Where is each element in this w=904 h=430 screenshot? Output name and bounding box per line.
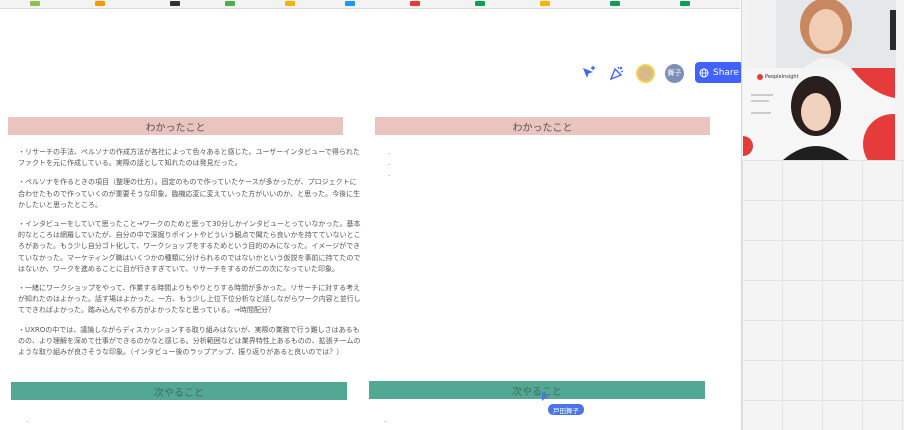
tab-favicon[interactable]	[540, 1, 550, 6]
share-label: Share	[713, 67, 739, 78]
participant-video-frame	[746, 0, 896, 68]
participant-video-frame	[743, 68, 895, 160]
tab-favicon[interactable]	[170, 1, 180, 6]
tab-favicon[interactable]	[30, 1, 40, 6]
select-cursor-icon[interactable]	[580, 64, 598, 82]
tab-favicon[interactable]	[610, 1, 620, 6]
celebrate-icon[interactable]	[608, 64, 626, 82]
empty-bullet: ·	[388, 150, 391, 158]
tab-favicon[interactable]	[475, 1, 485, 6]
tab-favicon[interactable]	[345, 1, 355, 6]
tab-favicon[interactable]	[285, 1, 295, 6]
empty-bullet: ·	[26, 418, 29, 426]
collaborator-avatar[interactable]	[636, 63, 655, 83]
right-next-header[interactable]: 次やること	[369, 381, 705, 399]
note-paragraph: ・UXROの中では、議論しながらディスカッションする取り組みはないが、実際の業務…	[18, 325, 361, 357]
participant-video-2[interactable]: PeopleInsight	[743, 68, 895, 160]
brand-logo-icon	[757, 74, 763, 80]
board-toolbar: 舞子	[580, 63, 684, 83]
note-paragraph: ・一緒にワークショップをやって、作業する時間よりもやりとりする時間が多かった。リ…	[18, 284, 361, 315]
note-paragraph: ・インタビューをしていて思ったこと→ワークのためと思って30分しかインタビューと…	[18, 220, 361, 273]
collaborator-avatar-initials[interactable]: 舞子	[665, 63, 684, 83]
video-brand: PeopleInsight	[757, 74, 799, 80]
panel-grid-background	[742, 160, 904, 430]
globe-icon	[699, 68, 709, 77]
participant-video-1[interactable]	[746, 0, 896, 68]
right-learned-header[interactable]: わかったこと	[375, 117, 710, 135]
left-learned-header[interactable]: わかったこと	[8, 117, 343, 135]
left-learned-notes[interactable]: ・リサーチの手法、ペルソナの作成方法が各社によって色々あると感じた。ユーザーイン…	[18, 147, 363, 366]
empty-bullet: ·	[384, 418, 387, 426]
share-button[interactable]: Share	[695, 62, 743, 83]
collaborator-cursor-icon	[542, 392, 549, 401]
empty-bullet: ·	[388, 172, 391, 180]
brand-name: PeopleInsight	[765, 74, 799, 80]
tab-favicon[interactable]	[225, 1, 235, 6]
empty-bullet: ·	[388, 161, 391, 169]
note-paragraph: ・リサーチの手法、ペルソナの作成方法が各社によって色々あると感じた。ユーザーイン…	[18, 148, 360, 168]
browser-tab-strip	[0, 0, 740, 9]
collaborator-cursor-label: 戸田舞子	[548, 404, 584, 415]
note-paragraph: ・ペルソナを作るときの項目（整理の仕方）。固定のもので作っていたケースが多かった…	[18, 178, 361, 209]
left-next-header[interactable]: 次やること	[11, 382, 347, 400]
tab-favicon[interactable]	[95, 1, 105, 6]
tab-favicon[interactable]	[410, 1, 420, 6]
tab-favicon[interactable]	[680, 1, 690, 6]
